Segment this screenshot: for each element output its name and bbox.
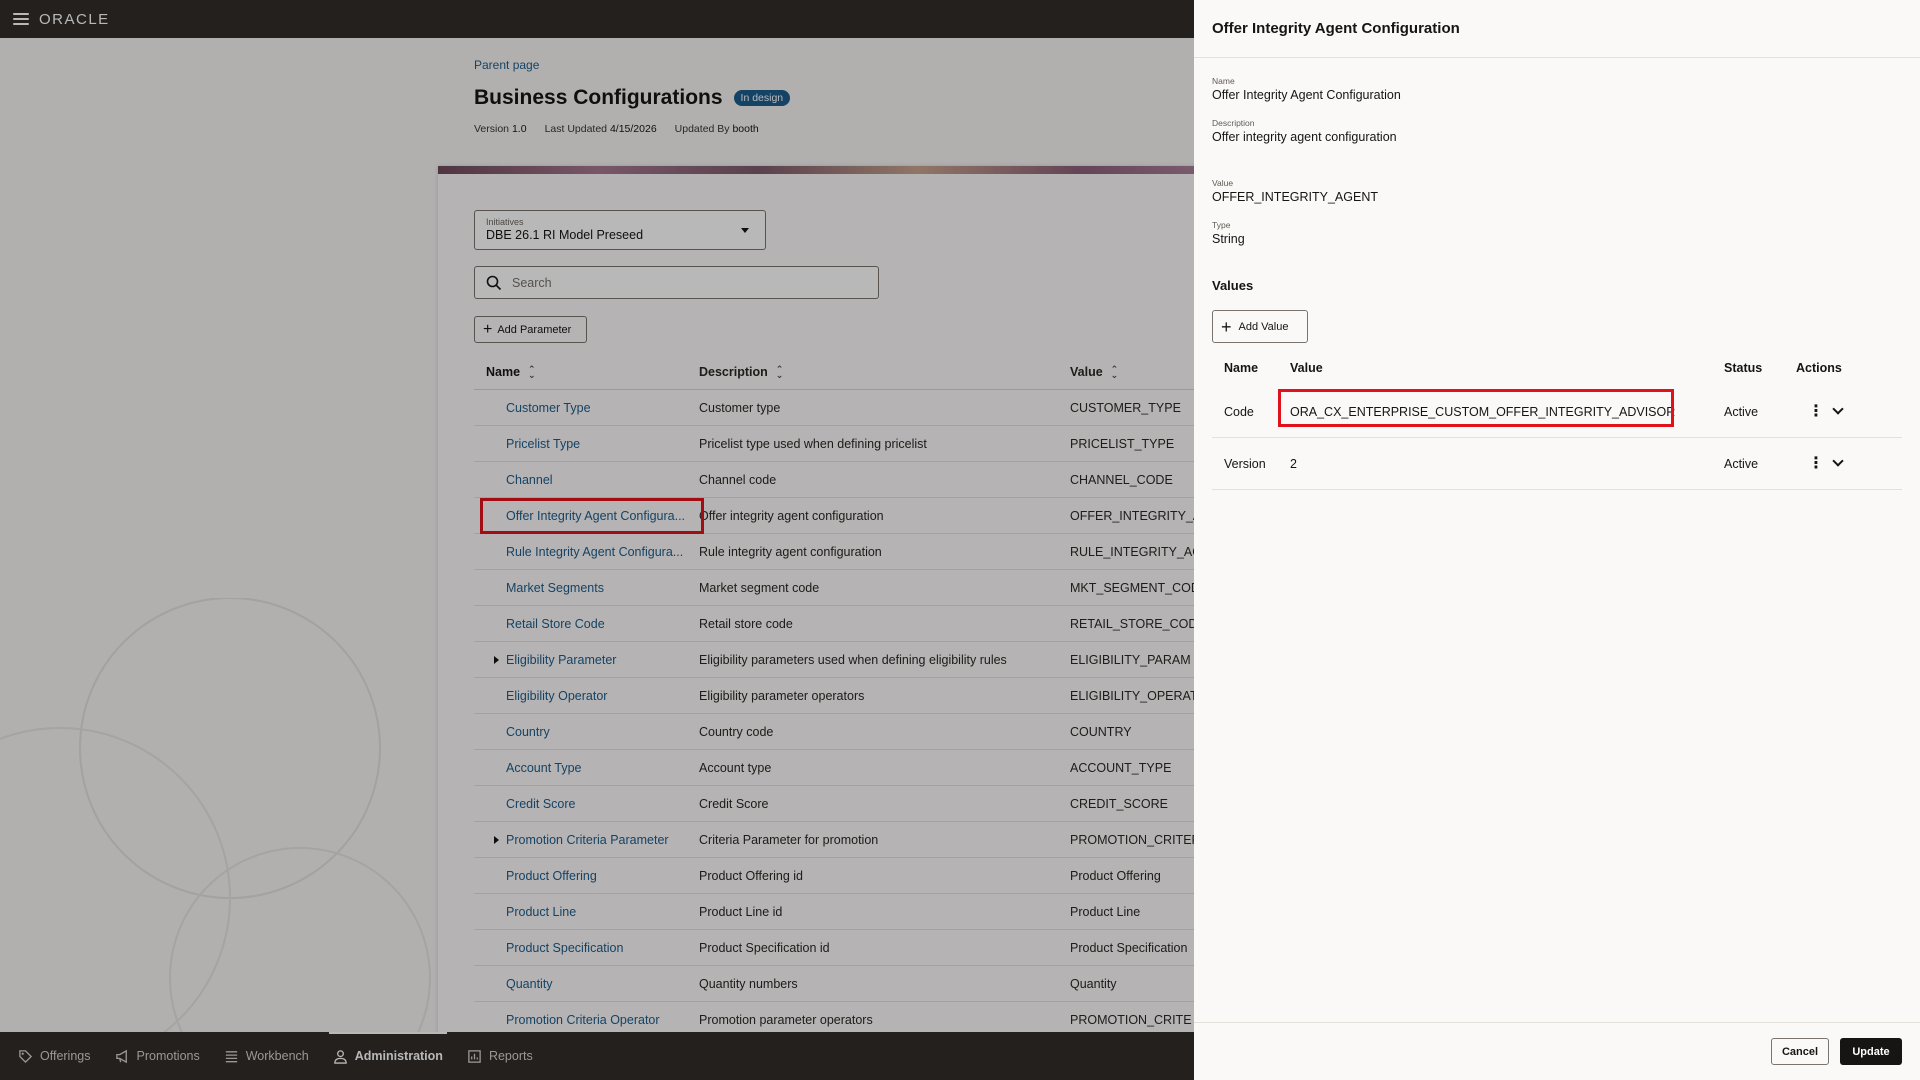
table-row[interactable]: Version 2 Active ⋮ (1212, 438, 1902, 490)
column-header-status: Status (1724, 361, 1763, 375)
column-header-value: Value (1290, 361, 1323, 375)
value-row-value: 2 (1290, 456, 1297, 471)
table-row[interactable]: Code ORA_CX_ENTERPRISE_CUSTOM_OFFER_INTE… (1212, 386, 1902, 438)
kebab-menu-icon[interactable]: ⋮ (1808, 403, 1824, 420)
chevron-down-icon[interactable] (1832, 455, 1844, 467)
type-value: String (1212, 232, 1245, 246)
name-label: Name (1212, 76, 1235, 86)
description-label: Description (1212, 118, 1255, 128)
column-header-actions: Actions (1796, 361, 1842, 375)
modal-overlay[interactable] (0, 0, 1194, 1080)
values-table: Name Value Status Actions Code ORA_CX_EN… (1212, 350, 1902, 490)
type-label: Type (1212, 220, 1231, 230)
kebab-menu-icon[interactable]: ⋮ (1808, 455, 1824, 472)
name-field: Name Offer Integrity Agent Configuration (1212, 76, 1401, 102)
values-table-header: Name Value Status Actions (1212, 350, 1902, 386)
value-field: Value OFFER_INTEGRITY_AGENT (1212, 178, 1378, 204)
add-value-label: Add Value (1238, 320, 1289, 333)
divider (1194, 1022, 1920, 1023)
cancel-button[interactable]: Cancel (1771, 1038, 1829, 1065)
divider (1194, 57, 1920, 58)
type-field: Type String (1212, 220, 1245, 246)
update-button[interactable]: Update (1840, 1038, 1902, 1065)
highlight-box (1278, 388, 1674, 427)
row-actions: ⋮ (1796, 455, 1902, 472)
value-row-status: Active (1724, 404, 1759, 419)
row-actions: ⋮ (1796, 403, 1902, 420)
value-row-name: Version (1224, 456, 1266, 471)
value-label: Value (1212, 178, 1234, 188)
add-value-button[interactable]: + Add Value (1212, 310, 1308, 343)
plus-icon: + (1221, 316, 1232, 337)
column-header-name: Name (1224, 361, 1259, 375)
value-row-value-cell: ORA_CX_ENTERPRISE_CUSTOM_OFFER_INTEGRITY… (1278, 388, 1724, 427)
chevron-down-icon[interactable] (1832, 403, 1844, 415)
description-value: Offer integrity agent configuration (1212, 130, 1397, 144)
description-field: Description Offer integrity agent config… (1212, 118, 1397, 144)
drawer-title: Offer Integrity Agent Configuration (1212, 20, 1460, 37)
name-value: Offer Integrity Agent Configuration (1212, 88, 1401, 102)
values-heading: Values (1212, 278, 1254, 293)
value-value: OFFER_INTEGRITY_AGENT (1212, 190, 1378, 204)
details-drawer: Offer Integrity Agent Configuration Name… (1194, 0, 1920, 1080)
value-row-status: Active (1724, 456, 1759, 471)
